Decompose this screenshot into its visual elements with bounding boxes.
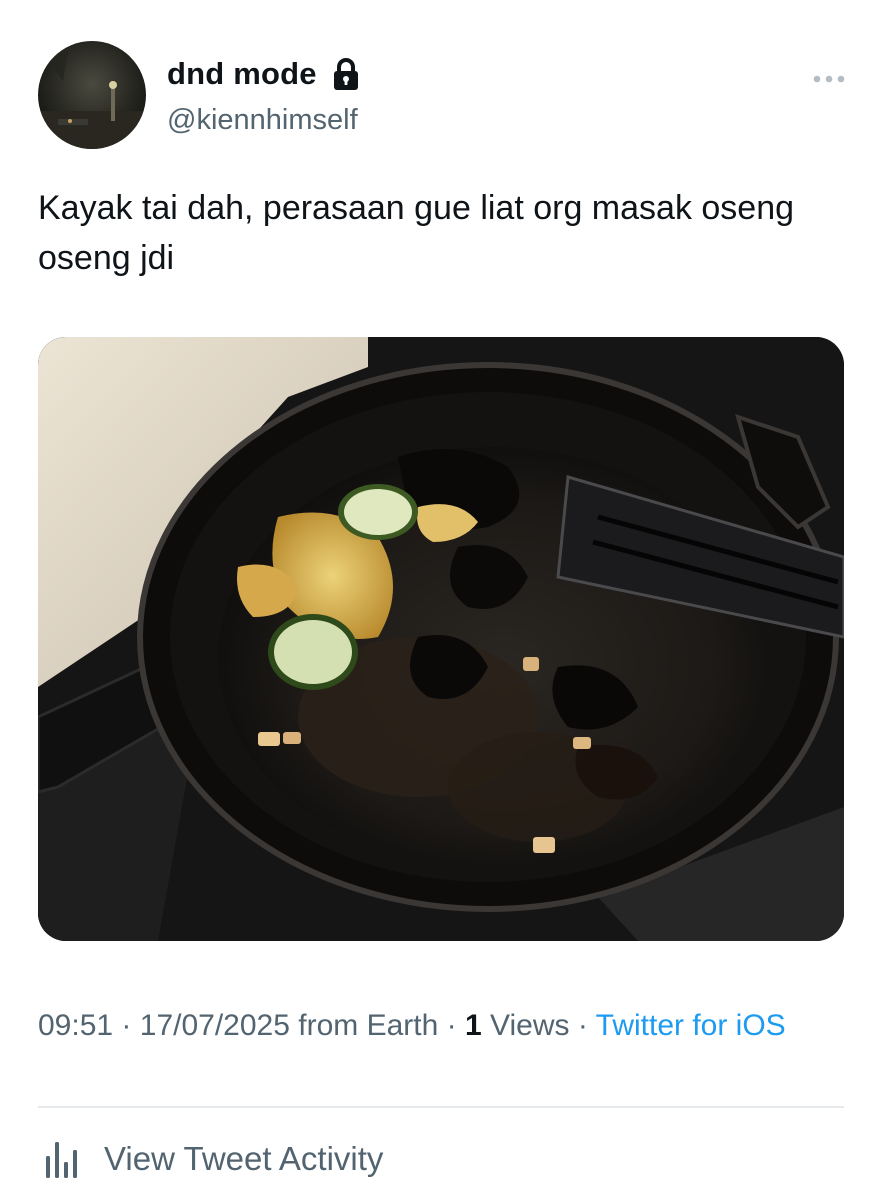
view-tweet-activity-button[interactable]: View Tweet Activity	[42, 1138, 383, 1180]
view-tweet-activity-label: View Tweet Activity	[104, 1140, 384, 1177]
lock-icon	[329, 57, 363, 91]
views-count: 1	[465, 1009, 482, 1042]
divider	[38, 1106, 844, 1108]
tweet-photo[interactable]	[38, 337, 844, 941]
tweet-location: from Earth	[298, 1009, 439, 1042]
meta-separator: ·	[121, 1009, 132, 1042]
tweet-date: 17/07/2025	[139, 1009, 290, 1042]
tweet-source-link[interactable]: Twitter for iOS	[596, 1009, 786, 1042]
tweet-meta: 09:51 · 17/07/2025 from Earth · 1 Views …	[38, 1006, 838, 1045]
analytics-icon	[42, 1138, 84, 1180]
tweet-text: Kayak tai dah, perasaan gue liat org mas…	[38, 189, 795, 277]
author-name-row[interactable]: dnd mode	[167, 56, 363, 92]
author-display-name[interactable]: dnd mode	[167, 56, 317, 92]
meta-separator: ·	[577, 1009, 588, 1042]
more-icon[interactable]	[812, 72, 846, 84]
avatar[interactable]	[38, 41, 146, 149]
meta-separator: ·	[446, 1009, 457, 1042]
author-handle[interactable]: @kiennhimself	[167, 104, 358, 137]
views-label: Views	[490, 1009, 570, 1042]
tweet-time: 09:51	[38, 1009, 114, 1042]
